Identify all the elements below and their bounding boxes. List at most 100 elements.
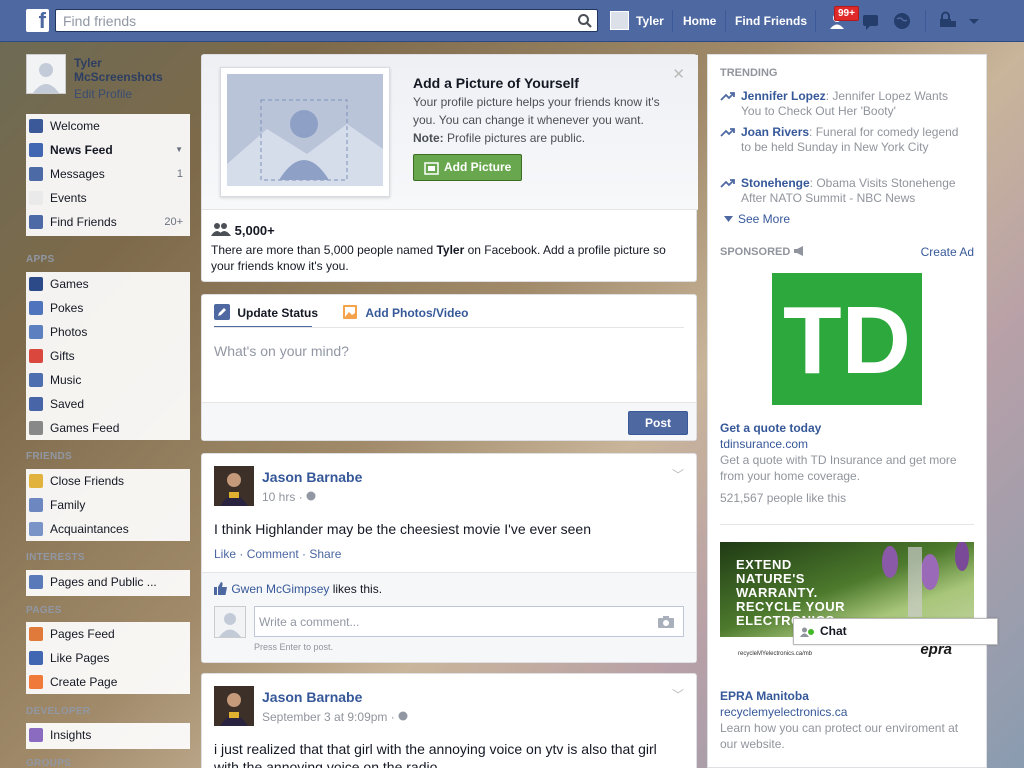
epra-ad-image[interactable]: EXTEND NATURE'S WARRANTY. RECYCLE YOUR E… [720,542,974,672]
games-icon [29,277,43,291]
camera-icon[interactable] [658,616,674,628]
sidebar-item-label: Games Feed [50,421,120,435]
sidebar-item-pages-and-public[interactable]: Pages and Public ... [26,570,190,594]
post-timestamp[interactable]: 10 hrs · [262,490,316,504]
post-author[interactable]: Jason Barnabe [262,689,362,705]
tab-update-status-label: Update Status [237,306,319,320]
chat-bar[interactable]: Chat [793,618,998,645]
see-more-link[interactable]: See More [724,212,790,226]
tab-add-photos[interactable]: Add Photos/Video [342,304,468,320]
author-avatar[interactable] [214,686,254,726]
search-input[interactable] [56,10,556,31]
sidebar-item-insights[interactable]: Insights [26,723,190,747]
share-link[interactable]: Share [309,547,341,561]
nav-divider [672,10,673,32]
sidebar-item-pokes[interactable]: Pokes [26,296,190,320]
privacy-shortcuts-icon[interactable] [937,10,959,32]
ad-title[interactable]: EPRA Manitoba [720,689,809,703]
like-icon [29,651,43,665]
profile-picture-placeholder[interactable] [26,54,66,94]
facebook-logo-icon[interactable]: f [26,8,49,33]
chevron-down-icon[interactable]: ▼ [175,138,183,162]
post-feedback-section: Gwen McGimpsey likes this. Write a comme… [202,572,696,662]
ad-description: Learn how you can protect our enviroment… [720,721,959,751]
tab-add-photos-label: Add Photos/Video [365,306,469,320]
edit-profile-link[interactable]: Edit Profile [74,87,132,101]
sidebar-item-games[interactable]: Games [26,272,190,296]
ad-title[interactable]: Get a quote today [720,421,821,435]
notifications-globe-icon[interactable] [891,10,913,32]
trending-arrow-icon [720,179,735,188]
prompt-description: Your profile picture helps your friends … [413,93,683,147]
sidebar-item-create-page[interactable]: Create Page [26,670,190,694]
sidebar-item-label: Close Friends [50,474,125,488]
chevron-down-icon[interactable]: ﹀ [672,686,684,703]
profile-photo-frame[interactable] [220,67,390,197]
megaphone-icon [29,627,43,641]
trending-item[interactable]: Stonehenge: Obama Visits Stonehenge Afte… [720,176,970,206]
messages-icon [29,167,43,181]
account-menu-chevron-down-icon[interactable] [964,10,984,32]
notification-count-badge: 99+ [834,6,859,21]
liker-name[interactable]: Gwen McGimpsey [231,582,329,596]
sidebar-item-games-feed[interactable]: Games Feed [26,416,190,440]
comment-link[interactable]: Comment [247,547,299,561]
sidebar-item-close-friends[interactable]: Close Friends [26,469,190,493]
like-link[interactable]: Like [214,547,236,561]
sidebar-item-messages[interactable]: Messages 1 [26,162,190,186]
acquaintances-icon [29,522,43,536]
tab-update-status[interactable]: Update Status [214,304,318,320]
megaphone-icon [794,246,804,256]
status-input[interactable]: What's on your mind? [214,343,349,359]
author-avatar[interactable] [214,466,254,506]
sidebar-item-label: News Feed [50,143,113,157]
sidebar-item-label: Acquaintances [50,522,129,536]
nav-find-friends-link[interactable]: Find Friends [735,14,807,28]
sidebar-item-pages-feed[interactable]: Pages Feed [26,622,190,646]
post-time: 10 hrs [262,490,296,504]
sidebar-item-welcome[interactable]: Welcome [26,114,190,138]
sidebar-developer-section: Insights [26,723,190,749]
post-author[interactable]: Jason Barnabe [262,469,362,485]
search-icon[interactable] [577,13,593,29]
add-picture-button[interactable]: Add Picture [413,154,522,181]
search-bar[interactable] [55,9,598,32]
ad-url[interactable]: tdinsurance.com [720,437,808,451]
nav-profile-link[interactable]: Tyler [610,11,664,30]
sidebar-item-like-pages[interactable]: Like Pages [26,646,190,670]
profile-name[interactable]: Tyler McScreenshots [74,56,174,84]
comment-input[interactable]: Write a comment... [254,606,684,637]
trending-item[interactable]: Joan Rivers: Funeral for comedy legend t… [720,125,970,155]
sidebar-pages-section: Pages Feed Like Pages Create Page [26,622,190,694]
nav-user-name: Tyler [636,13,664,28]
sidebar-item-music[interactable]: Music [26,368,190,392]
photo-icon [343,305,357,319]
sidebar-item-gifts[interactable]: Gifts [26,344,190,368]
post-timestamp[interactable]: September 3 at 9:09pm · [262,710,408,724]
sidebar-item-photos[interactable]: Photos [26,320,190,344]
saved-icon [29,397,43,411]
right-sidebar: TRENDING Jennifer Lopez: Jennifer Lopez … [707,54,987,768]
td-ad-image[interactable]: TD [772,273,922,405]
ad-url[interactable]: recyclemyelectronics.ca [720,705,847,719]
author-photo [214,686,254,726]
messages-icon[interactable] [860,10,882,32]
post-button[interactable]: Post [628,411,688,435]
nav-home-link[interactable]: Home [683,14,716,28]
chevron-down-icon[interactable]: ﹀ [672,466,684,483]
sidebar-item-label: Gifts [50,349,75,363]
sidebar-item-saved[interactable]: Saved [26,392,190,416]
pages-section-header: PAGES [26,605,62,616]
sidebar-item-acquaintances[interactable]: Acquaintances [26,517,190,541]
sidebar-item-news-feed[interactable]: News Feed ▼ [26,138,190,162]
public-globe-icon [306,491,316,501]
close-icon[interactable]: ✕ [672,65,685,83]
sidebar-item-events[interactable]: Events [26,186,190,210]
sidebar-item-find-friends[interactable]: Find Friends 20+ [26,210,190,234]
sidebar-item-label: Like Pages [50,651,110,665]
trending-item[interactable]: Jennifer Lopez: Jennifer Lopez Wants You… [720,89,970,119]
sidebar-item-family[interactable]: Family [26,493,190,517]
ad-divider [720,524,974,525]
create-ad-link[interactable]: Create Ad [921,245,974,259]
sidebar-item-label: Pokes [50,301,84,315]
